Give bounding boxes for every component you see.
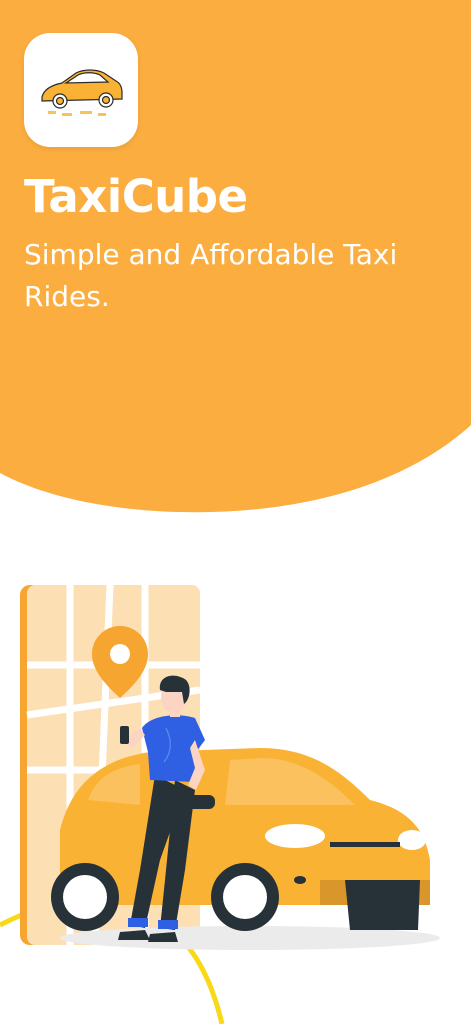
person-leaning-on-taxi-illustration (0, 584, 440, 1024)
app-title: TaxiCube (24, 170, 248, 223)
taxi-car-logo-icon (41, 69, 123, 116)
app-icon (24, 33, 138, 147)
taxi-car (51, 748, 430, 931)
app-tagline: Simple and Affordable Taxi Rides. (24, 238, 398, 313)
